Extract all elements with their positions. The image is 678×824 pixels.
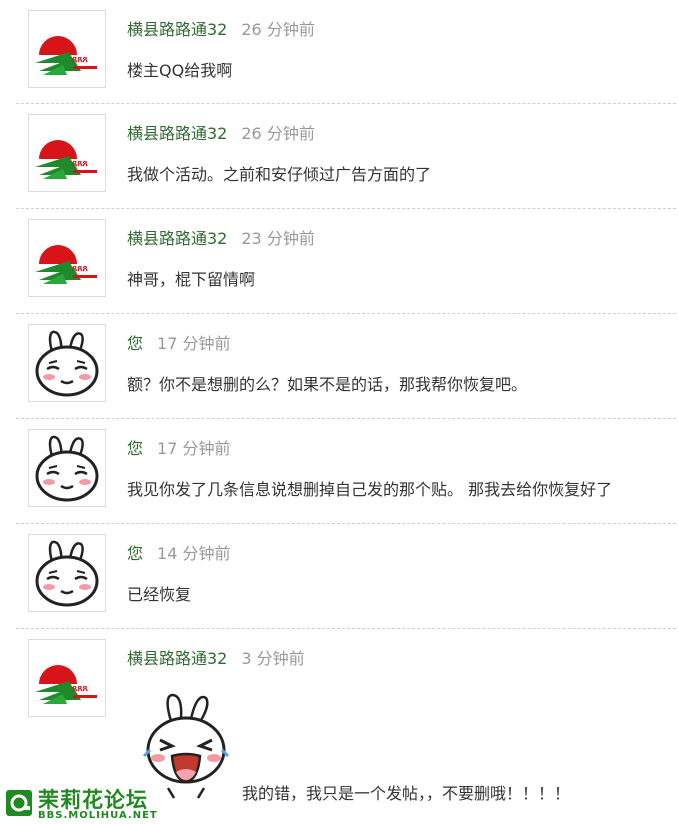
timestamp: 14 分钟前	[157, 544, 231, 563]
message-meta: 您 17 分钟前	[127, 330, 230, 354]
username[interactable]: 横县路路通32	[127, 20, 227, 39]
jasmine-logo-icon	[4, 788, 34, 818]
message-meta: 横县路路通32 26 分钟前	[127, 16, 315, 40]
username[interactable]: 您	[127, 439, 143, 458]
username[interactable]: 您	[127, 544, 143, 563]
username[interactable]: 横县路路通32	[127, 229, 227, 248]
timestamp: 26 分钟前	[241, 124, 315, 143]
avatar-logo[interactable]: ጸጸጸ	[28, 219, 106, 297]
timestamp: 3 分钟前	[241, 649, 305, 668]
bunny-icon	[35, 540, 99, 607]
message-item: 您 14 分钟前 已经恢复	[16, 524, 676, 629]
forum-watermark: 茉莉花论坛 BBS.MOLIHUA.NET	[4, 782, 184, 824]
bunny-icon	[35, 330, 99, 397]
message-item: ጸጸጸ 横县路路通32 26 分钟前 我做个活动。之前和安仔倾过广告方面的了	[16, 104, 676, 209]
svg-text:ጸጸጸ: ጸጸጸ	[72, 159, 89, 169]
message-item: 您 17 分钟前 我见你发了几条信息说想删掉自己发的那个贴。 那我去给你恢复好了	[16, 419, 676, 524]
message-thread: ጸጸጸ 横县路路通32 26 分钟前 楼主QQ给我啊 ጸጸጸ 横县路路通32 26 …	[0, 0, 678, 824]
bunny-icon	[35, 435, 99, 502]
logo-icon: ጸጸጸ	[35, 36, 97, 75]
message-meta: 横县路路通32 3 分钟前	[127, 645, 305, 669]
svg-text:ጸጸጸ: ጸጸጸ	[72, 264, 89, 274]
message-item: ጸጸጸ 横县路路通32 26 分钟前 楼主QQ给我啊	[16, 0, 676, 104]
logo-icon: ጸጸጸ	[35, 665, 97, 704]
message-text: 神哥，棍下留情啊	[127, 270, 256, 289]
message-meta: 横县路路通32 26 分钟前	[127, 120, 315, 144]
message-text: 我见你发了几条信息说想删掉自己发的那个贴。 那我去给你恢复好了	[127, 480, 613, 499]
message-item: ጸጸጸ 横县路路通32 23 分钟前 神哥，棍下留情啊	[16, 209, 676, 314]
username[interactable]: 横县路路通32	[127, 124, 227, 143]
timestamp: 17 分钟前	[157, 334, 231, 353]
message-text: 我做个活动。之前和安仔倾过广告方面的了	[127, 165, 432, 184]
avatar-bunny[interactable]	[28, 534, 106, 612]
message-meta: 您 14 分钟前	[127, 540, 230, 564]
timestamp: 17 分钟前	[157, 439, 231, 458]
message-text: 楼主QQ给我啊	[127, 61, 233, 80]
svg-text:ጸጸጸ: ጸጸጸ	[72, 684, 89, 694]
avatar-bunny[interactable]	[28, 429, 106, 507]
message-text: 已经恢复	[127, 585, 192, 604]
logo-icon: ጸጸጸ	[35, 245, 97, 284]
avatar-logo[interactable]: ጸጸጸ	[28, 114, 106, 192]
username[interactable]: 横县路路通32	[127, 649, 227, 668]
logo-icon: ጸጸጸ	[35, 140, 97, 179]
message-meta: 横县路路通32 23 分钟前	[127, 225, 315, 249]
timestamp: 23 分钟前	[241, 229, 315, 248]
timestamp: 26 分钟前	[241, 20, 315, 39]
avatar-logo[interactable]: ጸጸጸ	[28, 10, 106, 88]
avatar-bunny[interactable]	[28, 324, 106, 402]
watermark-url: BBS.MOLIHUA.NET	[38, 810, 158, 821]
message-item: 您 17 分钟前 额？你不是想删的么？如果不是的话，那我帮你恢复吧。	[16, 314, 676, 419]
username[interactable]: 您	[127, 334, 143, 353]
avatar-logo[interactable]: ጸጸጸ	[28, 639, 106, 717]
svg-text:ጸጸጸ: ጸጸጸ	[72, 55, 89, 65]
message-meta: 您 17 分钟前	[127, 435, 230, 459]
message-text: 我的错，我只是一个发帖，，不要删哦！！！！	[242, 784, 571, 803]
message-text: 额？你不是想删的么？如果不是的话，那我帮你恢复吧。	[127, 375, 528, 394]
